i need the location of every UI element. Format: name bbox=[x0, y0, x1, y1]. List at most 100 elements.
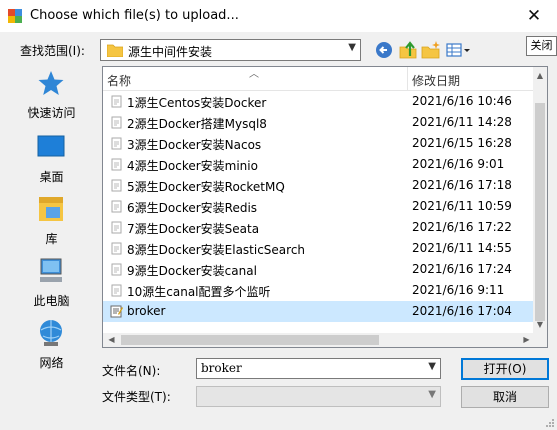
chevron-down-icon[interactable]: ▼ bbox=[428, 361, 436, 372]
place-label: 快速访问 bbox=[27, 106, 76, 120]
file-name: 10源生canal配置多个监听 bbox=[127, 285, 271, 299]
list-header: ︿ 名称 修改日期 bbox=[103, 67, 535, 91]
table-row[interactable]: 1源生Centos安装Docker 2021/6/16 10:46 bbox=[103, 91, 535, 112]
file-name: 8源生Docker安装ElasticSearch bbox=[127, 243, 306, 257]
table-row[interactable]: 4源生Docker安装minio 2021/6/16 9:01 bbox=[103, 154, 535, 175]
star-icon bbox=[38, 71, 64, 95]
table-row[interactable]: 3源生Docker安装Nacos 2021/6/15 16:28 bbox=[103, 133, 535, 154]
open-button[interactable]: 打开(O) bbox=[461, 358, 549, 380]
file-name: 6源生Docker安装Redis bbox=[127, 201, 258, 215]
column-header-date[interactable]: 修改日期 bbox=[412, 72, 460, 89]
close-tooltip: 关闭 bbox=[526, 36, 557, 56]
file-name: 7源生Docker安装Seata bbox=[127, 222, 260, 236]
table-row[interactable]: 7源生Docker安装Seata 2021/6/16 17:22 bbox=[103, 217, 535, 238]
horizontal-scrollbar[interactable]: ◀ ▶ bbox=[103, 333, 535, 347]
file-name: 1源生Centos安装Docker bbox=[127, 96, 267, 110]
sort-ascending-icon: ︿ bbox=[249, 69, 259, 80]
file-date: 2021/6/16 17:22 bbox=[412, 220, 512, 234]
filename-input[interactable]: broker ▼ bbox=[196, 358, 441, 379]
title-bar: Choose which file(s) to upload... ✕ bbox=[0, 0, 557, 32]
chevron-down-icon: ▼ bbox=[428, 389, 436, 400]
place-label: 此电脑 bbox=[33, 294, 70, 308]
new-folder-icon[interactable] bbox=[421, 40, 441, 60]
desktop-icon bbox=[37, 135, 65, 157]
cancel-button[interactable]: 取消 bbox=[461, 386, 549, 408]
resize-grip-icon[interactable] bbox=[545, 418, 555, 428]
scroll-down-icon[interactable]: ▼ bbox=[533, 316, 547, 333]
app-icon bbox=[8, 9, 22, 23]
file-name: 9源生Docker安装canal bbox=[127, 264, 257, 278]
document-file-icon bbox=[111, 137, 122, 150]
column-separator[interactable] bbox=[407, 67, 408, 91]
document-file-icon bbox=[111, 116, 122, 129]
chevron-down-icon: ▼ bbox=[348, 42, 356, 53]
back-arrow-icon[interactable] bbox=[374, 40, 394, 60]
file-date: 2021/6/16 10:46 bbox=[412, 94, 512, 108]
window-title: Choose which file(s) to upload... bbox=[30, 8, 239, 23]
table-row[interactable]: 9源生Docker安装canal 2021/6/16 17:24 bbox=[103, 259, 535, 280]
computer-icon bbox=[40, 258, 62, 282]
view-menu-icon[interactable] bbox=[445, 40, 473, 60]
place-desktop[interactable]: 桌面 bbox=[10, 132, 93, 190]
scrollbar-corner bbox=[533, 333, 547, 347]
filetype-dropdown[interactable]: ▼ bbox=[196, 386, 441, 407]
table-row[interactable]: 10源生canal配置多个监听 2021/6/16 9:11 bbox=[103, 280, 535, 301]
file-date: 2021/6/16 17:18 bbox=[412, 178, 512, 192]
lookin-dropdown[interactable]: 源生中间件安装 ▼ bbox=[100, 39, 361, 61]
file-date: 2021/6/16 17:24 bbox=[412, 262, 512, 276]
file-date: 2021/6/11 10:59 bbox=[412, 199, 512, 213]
table-row[interactable]: 5源生Docker安装RocketMQ 2021/6/16 17:18 bbox=[103, 175, 535, 196]
document-file-icon bbox=[111, 221, 122, 234]
document-file-icon bbox=[111, 200, 122, 213]
lookin-value: 源生中间件安装 bbox=[128, 45, 213, 59]
file-list[interactable]: ︿ 名称 修改日期 1源生Centos安装Docker 2021/6/16 10:… bbox=[102, 66, 548, 348]
vertical-scrollbar[interactable]: ▲ ▼ bbox=[533, 67, 547, 333]
folder-icon bbox=[107, 44, 123, 57]
table-row[interactable]: broker 2021/6/16 17:04 bbox=[103, 301, 535, 322]
file-date: 2021/6/15 16:28 bbox=[412, 136, 512, 150]
document-file-icon bbox=[111, 158, 122, 171]
table-row[interactable]: 6源生Docker安装Redis 2021/6/11 10:59 bbox=[103, 196, 535, 217]
lookin-label: 查找范围(I): bbox=[20, 44, 85, 58]
document-file-icon bbox=[111, 242, 122, 255]
document-file-icon bbox=[111, 284, 122, 297]
document-file-icon bbox=[111, 95, 122, 108]
places-bar: 快速访问 桌面 库 此电脑 网络 bbox=[10, 68, 93, 378]
text-file-icon bbox=[110, 305, 123, 318]
file-date: 2021/6/11 14:28 bbox=[412, 115, 512, 129]
document-file-icon bbox=[111, 263, 122, 276]
filename-label: 文件名(N): bbox=[102, 364, 161, 378]
library-icon bbox=[39, 197, 63, 221]
place-label: 库 bbox=[45, 232, 58, 246]
file-date: 2021/6/16 9:11 bbox=[412, 283, 505, 297]
table-row[interactable]: 2源生Docker搭建Mysql8 2021/6/11 14:28 bbox=[103, 112, 535, 133]
place-network[interactable]: 网络 bbox=[10, 318, 93, 376]
file-name: 4源生Docker安装minio bbox=[127, 159, 258, 173]
filetype-label: 文件类型(T): bbox=[102, 390, 171, 404]
file-name: 2源生Docker搭建Mysql8 bbox=[127, 117, 267, 131]
file-date: 2021/6/16 9:01 bbox=[412, 157, 505, 171]
place-library[interactable]: 库 bbox=[10, 194, 93, 252]
file-name: 5源生Docker安装RocketMQ bbox=[127, 180, 285, 194]
close-icon: ✕ bbox=[526, 6, 542, 26]
file-name: broker bbox=[127, 304, 166, 318]
place-this-pc[interactable]: 此电脑 bbox=[10, 256, 93, 314]
column-header-name[interactable]: 名称 bbox=[107, 72, 131, 89]
place-label: 桌面 bbox=[39, 170, 64, 184]
file-date: 2021/6/16 17:04 bbox=[412, 304, 512, 318]
up-folder-icon[interactable] bbox=[398, 40, 418, 60]
filename-value: broker bbox=[201, 361, 242, 375]
table-row[interactable]: 8源生Docker安装ElasticSearch 2021/6/11 14:55 bbox=[103, 238, 535, 259]
file-rows: 1源生Centos安装Docker 2021/6/16 10:46 2源生Docke… bbox=[103, 91, 535, 322]
file-name: 3源生Docker安装Nacos bbox=[127, 138, 262, 152]
file-date: 2021/6/11 14:55 bbox=[412, 241, 512, 255]
scroll-up-icon[interactable]: ▲ bbox=[533, 67, 547, 84]
scroll-left-icon[interactable]: ◀ bbox=[103, 333, 120, 347]
network-icon bbox=[40, 320, 62, 346]
document-file-icon bbox=[111, 179, 122, 192]
close-button[interactable]: ✕ bbox=[511, 0, 557, 32]
scroll-thumb[interactable] bbox=[535, 103, 545, 321]
place-quick-access[interactable]: 快速访问 bbox=[10, 68, 93, 126]
scroll-thumb-horizontal[interactable] bbox=[121, 335, 379, 345]
place-label: 网络 bbox=[39, 356, 64, 370]
